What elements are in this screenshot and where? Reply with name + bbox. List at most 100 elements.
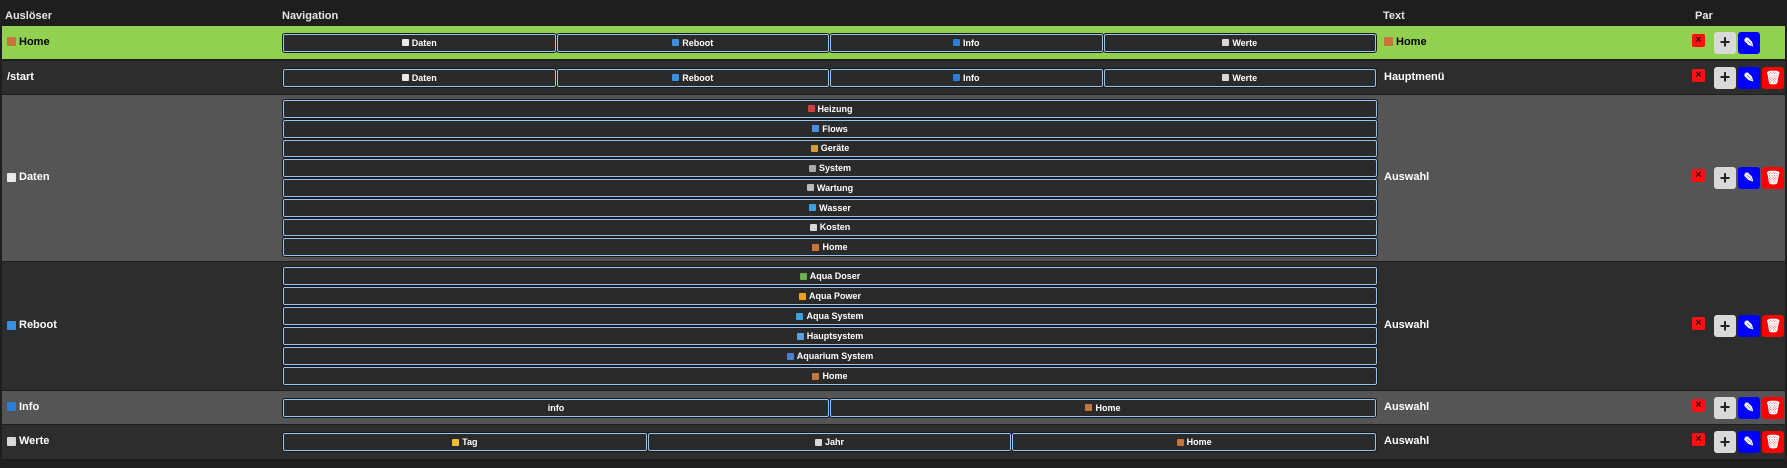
table-header: Auslöser Navigation Text Par [0, 0, 1787, 26]
nav-button[interactable]: Reboot [555, 32, 830, 53]
nav-button[interactable]: Reboot [555, 67, 830, 88]
document-icon [401, 74, 409, 81]
nav-button[interactable]: Werte [1102, 67, 1377, 88]
table-row[interactable]: Werte Tag Jahr Home Auswahl × + ✎ 🗑 [2, 425, 1785, 459]
add-button[interactable]: + [1714, 431, 1736, 453]
text-cell: Hauptmenü [1384, 71, 1445, 83]
info-icon [7, 402, 16, 411]
water-icon [796, 312, 804, 320]
nav-button[interactable]: Jahr [646, 432, 1013, 452]
table-row[interactable]: Home Daten Reboot Info Werte Home × + ✎ [2, 26, 1785, 59]
trigger-cell: /start [7, 71, 34, 83]
nav-button[interactable]: Geräte [282, 138, 1378, 159]
col-par-header: Par [1695, 10, 1713, 22]
home-icon [1085, 404, 1093, 411]
nav-button[interactable]: Daten [282, 67, 557, 88]
trigger-cell: Info [7, 401, 39, 413]
document-icon [7, 172, 16, 182]
edit-button[interactable]: ✎ [1738, 431, 1760, 453]
table-row[interactable]: Info info Home Auswahl × + ✎ 🗑 [2, 391, 1785, 424]
water-icon [809, 204, 817, 212]
nav-button-label: Info [963, 37, 980, 48]
delete-button[interactable]: 🗑 [1762, 396, 1784, 419]
trigger-cell: Werte [7, 435, 49, 447]
nav-button[interactable]: Wartung [282, 178, 1378, 198]
syringe-icon [799, 272, 807, 280]
wrench-icon [806, 184, 814, 192]
edit-button[interactable]: ✎ [1738, 167, 1760, 189]
nav-button-label: Heizung [817, 103, 853, 114]
add-button[interactable]: + [1714, 31, 1736, 54]
nav-button[interactable]: Home [282, 237, 1378, 257]
nav-button[interactable]: Tag [282, 432, 648, 452]
info-icon [953, 74, 960, 81]
nav-button[interactable]: Info [829, 32, 1104, 53]
nav-button-label: Aqua Power [808, 291, 861, 301]
gear-icon [808, 164, 816, 172]
table-row[interactable]: Reboot Aqua Doser Aqua Power Aqua System Hau… [2, 262, 1785, 390]
nav-button[interactable]: Home [1011, 432, 1377, 452]
navigation-keyboard: Tag Jahr Home [282, 425, 1377, 459]
table-row[interactable]: Daten Heizung Flows Geräte System Wartung Wass… [2, 95, 1785, 261]
delete-button[interactable]: 🗑 [1762, 167, 1784, 189]
add-button[interactable]: + [1714, 167, 1736, 189]
nav-button[interactable]: Aqua System [282, 306, 1378, 326]
nav-button[interactable]: Home [829, 397, 1377, 418]
reboot-icon [7, 320, 16, 330]
text-cell: Home [1384, 36, 1427, 48]
calendar-icon [814, 438, 822, 446]
trigger-label: /start [7, 70, 34, 83]
nav-button-label: Reboot [682, 72, 714, 83]
chart-icon [1222, 74, 1230, 81]
close-icon[interactable]: × [1692, 68, 1705, 82]
nav-button[interactable]: Aquarium System [282, 346, 1378, 366]
add-button[interactable]: + [1714, 396, 1736, 419]
edit-button[interactable]: ✎ [1738, 66, 1760, 89]
nav-button-label: Daten [411, 72, 437, 83]
nav-button[interactable]: Home [282, 366, 1378, 386]
nav-button-label: Aqua Doser [809, 271, 861, 281]
text-cell: Auswahl [1384, 401, 1429, 413]
text-label: Auswahl [1384, 319, 1430, 331]
nav-button-label: Jahr [824, 437, 844, 447]
nav-button[interactable]: Flows [282, 118, 1378, 139]
nav-button[interactable]: Aqua Power [282, 286, 1378, 306]
sun-icon [452, 438, 460, 446]
chart-icon [7, 436, 16, 446]
close-icon[interactable]: × [1692, 33, 1705, 47]
table-row[interactable]: /start Daten Reboot Info Werte Hauptmenü × + ✎ 🗑 [2, 61, 1785, 94]
monitor-icon [796, 332, 804, 340]
nav-button[interactable]: Heizung [282, 99, 1378, 119]
delete-button[interactable]: 🗑 [1762, 431, 1784, 453]
nav-button[interactable]: Kosten [282, 217, 1378, 238]
edit-button[interactable]: ✎ [1738, 396, 1760, 419]
home-icon [1384, 37, 1393, 46]
nav-button[interactable]: info [282, 397, 830, 418]
delete-button[interactable]: 🗑 [1762, 315, 1784, 337]
nav-button[interactable]: Info [829, 67, 1104, 88]
add-button[interactable]: + [1714, 315, 1736, 337]
nav-button[interactable]: Hauptsystem [282, 326, 1378, 346]
close-icon[interactable]: × [1692, 317, 1705, 330]
nav-button[interactable]: Werte [1102, 32, 1377, 53]
nav-button-label: Hauptsystem [806, 331, 864, 341]
add-button[interactable]: + [1714, 66, 1736, 89]
close-icon[interactable]: × [1692, 398, 1705, 412]
edit-button[interactable]: ✎ [1738, 315, 1760, 337]
nav-button-label: Reboot [682, 37, 714, 48]
trigger-label: Home [19, 35, 50, 48]
nav-button[interactable]: System [282, 158, 1378, 178]
nav-button[interactable]: Wasser [282, 197, 1378, 218]
edit-button[interactable]: ✎ [1738, 31, 1760, 54]
nav-button-label: Werte [1232, 37, 1258, 48]
flows-icon [812, 125, 820, 133]
nav-button-label: Home [822, 371, 848, 381]
trigger-label: Info [19, 400, 40, 413]
col-navigation-header: Navigation [282, 10, 339, 22]
nav-button[interactable]: Daten [282, 32, 557, 53]
reboot-icon [672, 74, 680, 81]
close-icon[interactable]: × [1692, 169, 1705, 182]
close-icon[interactable]: × [1692, 433, 1705, 446]
delete-button[interactable]: 🗑 [1762, 66, 1784, 89]
nav-button[interactable]: Aqua Doser [282, 266, 1378, 286]
